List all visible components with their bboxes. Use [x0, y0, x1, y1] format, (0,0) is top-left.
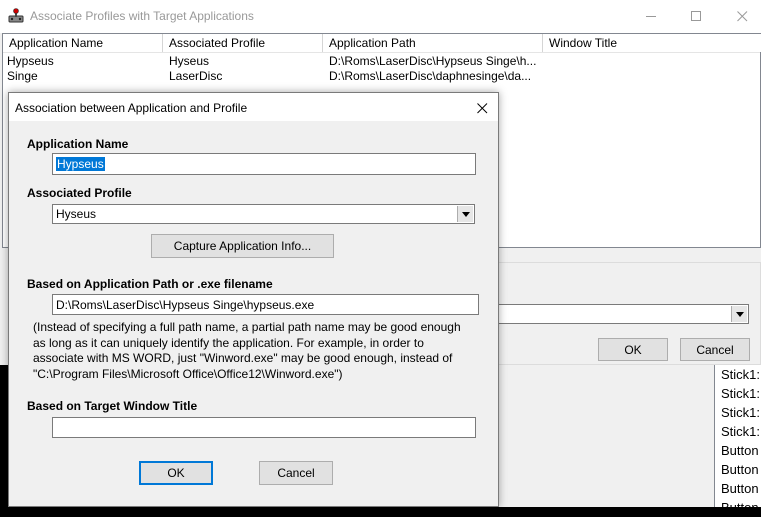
row-profile: LaserDisc [169, 69, 223, 83]
application-name-input[interactable]: Hypseus [52, 153, 476, 175]
dialog-title-bar: Association between Application and Prof… [9, 93, 498, 121]
column-header-window-title[interactable]: Window Title [543, 34, 761, 52]
associated-profile-select[interactable]: Hyseus [52, 204, 475, 224]
list-item[interactable]: Button [721, 460, 761, 479]
help-line: "C:\Program Files\Microsoft Office\Offic… [33, 366, 343, 381]
list-item[interactable]: Button [721, 479, 761, 498]
background-combo[interactable] [497, 304, 749, 324]
dialog-close-icon[interactable] [471, 97, 493, 119]
window-title-input[interactable] [52, 417, 476, 438]
row-profile: Hyseus [169, 54, 210, 68]
main-cancel-button[interactable]: Cancel [680, 338, 750, 361]
row-app-name: Hypseus [7, 54, 54, 68]
list-item[interactable]: Button [721, 498, 761, 517]
column-header-application-path[interactable]: Application Path [323, 34, 543, 52]
application-path-label: Based on Application Path or .exe filena… [27, 277, 273, 291]
maximize-icon[interactable] [681, 0, 711, 33]
row-app-name: Singe [7, 69, 38, 83]
main-window-title: Associate Profiles with Target Applicati… [30, 9, 254, 23]
window-title-label: Based on Target Window Title [27, 399, 198, 413]
help-line: as long as it can uniquely identify the … [33, 335, 424, 350]
help-line: associate with MS WORD, just "Winword.ex… [33, 351, 453, 365]
chevron-down-icon[interactable] [731, 306, 747, 322]
list-item[interactable]: Stick1: [721, 384, 761, 403]
list-item[interactable]: Stick1: [721, 403, 761, 422]
app-icon [8, 8, 24, 24]
column-header-associated-profile[interactable]: Associated Profile [163, 34, 323, 52]
list-item[interactable]: Stick1: [721, 422, 761, 441]
association-dialog: Association between Application and Prof… [8, 92, 499, 507]
dialog-title: Association between Application and Prof… [15, 101, 248, 115]
capture-application-info-button[interactable]: Capture Application Info... [151, 234, 334, 258]
column-header-application-name[interactable]: Application Name [3, 34, 163, 52]
table-row[interactable]: Singe LaserDisc D:\Roms\LaserDisc\daphne… [3, 68, 760, 83]
main-ok-button[interactable]: OK [598, 338, 668, 361]
row-path: D:\Roms\LaserDisc\daphnesinge\da... [329, 69, 532, 83]
table-row[interactable]: Hypseus Hyseus D:\Roms\LaserDisc\Hypseus… [3, 53, 760, 68]
application-name-label: Application Name [27, 137, 129, 151]
associated-profile-label: Associated Profile [27, 186, 132, 200]
minimize-icon[interactable] [636, 0, 666, 33]
application-path-value: D:\Roms\LaserDisc\Hypseus Singe\hypseus.… [56, 297, 315, 312]
path-help-text: (Instead of specifying a full path name,… [33, 320, 493, 382]
list-item[interactable]: Button [721, 441, 761, 460]
main-title-bar: Associate Profiles with Target Applicati… [0, 0, 761, 33]
list-item[interactable]: Stick1: [721, 365, 761, 384]
ok-button[interactable]: OK [139, 461, 213, 485]
application-name-value: Hypseus [56, 157, 105, 171]
associated-profile-value: Hyseus [56, 207, 97, 221]
chevron-down-icon[interactable] [457, 206, 473, 222]
close-icon[interactable] [727, 0, 757, 33]
application-path-input[interactable]: D:\Roms\LaserDisc\Hypseus Singe\hypseus.… [52, 294, 479, 315]
cancel-button[interactable]: Cancel [259, 461, 333, 485]
side-list[interactable]: Stick1: Stick1: Stick1: Stick1: Button B… [714, 365, 761, 515]
row-path: D:\Roms\LaserDisc\Hypseus Singe\h... [329, 54, 537, 68]
help-line: (Instead of specifying a full path name,… [33, 320, 461, 334]
